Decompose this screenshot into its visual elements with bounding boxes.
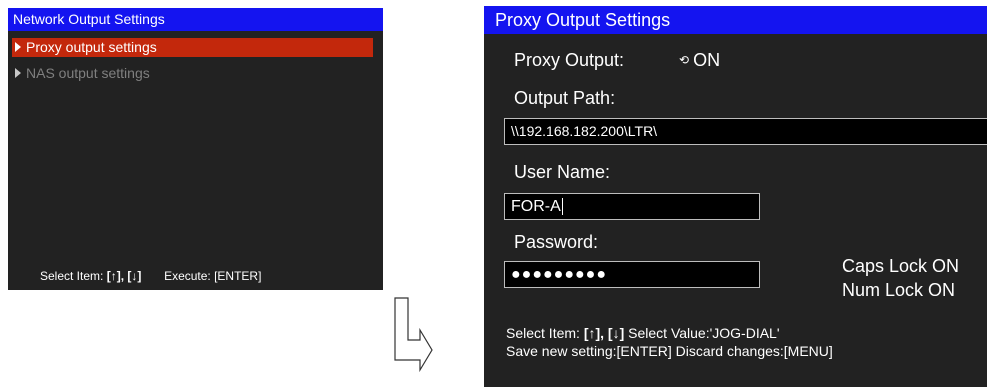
select-item-label: Select Item: [506,325,580,341]
output-path-field[interactable]: \\192.168.182.200\LTR\ [504,118,987,145]
password-field[interactable]: ●●●●●●●●● [504,261,760,288]
select-value-hint: Select Value:'JOG-DIAL' [628,325,780,341]
key-hint-line-1: Select Item: [↑], [↓] Select Value:'JOG-… [506,325,780,341]
key-hint-line-2: Save new setting:[ENTER] Discard changes… [506,343,833,359]
proxy-output-label: Proxy Output: [514,50,625,70]
text-cursor [561,198,563,216]
output-path-label: Output Path: [514,88,616,108]
arrow-keys-hint: [↑], [↓] [583,325,625,341]
proxy-output-settings-panel: Proxy Output Settings Proxy Output: ⟲ ON … [484,6,987,387]
user-name-label: User Name: [514,162,611,182]
panel-title: Proxy Output Settings [484,6,987,34]
num-lock-status: Num Lock ON [842,280,956,300]
proxy-output-value: ON [693,50,721,70]
proxy-output-toggle[interactable]: ⟲ ON [679,50,720,71]
user-name-field[interactable]: FOR-A [504,193,760,220]
caps-lock-status: Caps Lock ON [842,256,960,276]
password-label: Password: [514,232,599,252]
cycle-icon: ⟲ [679,53,690,67]
user-name-value: FOR-A [511,198,561,215]
